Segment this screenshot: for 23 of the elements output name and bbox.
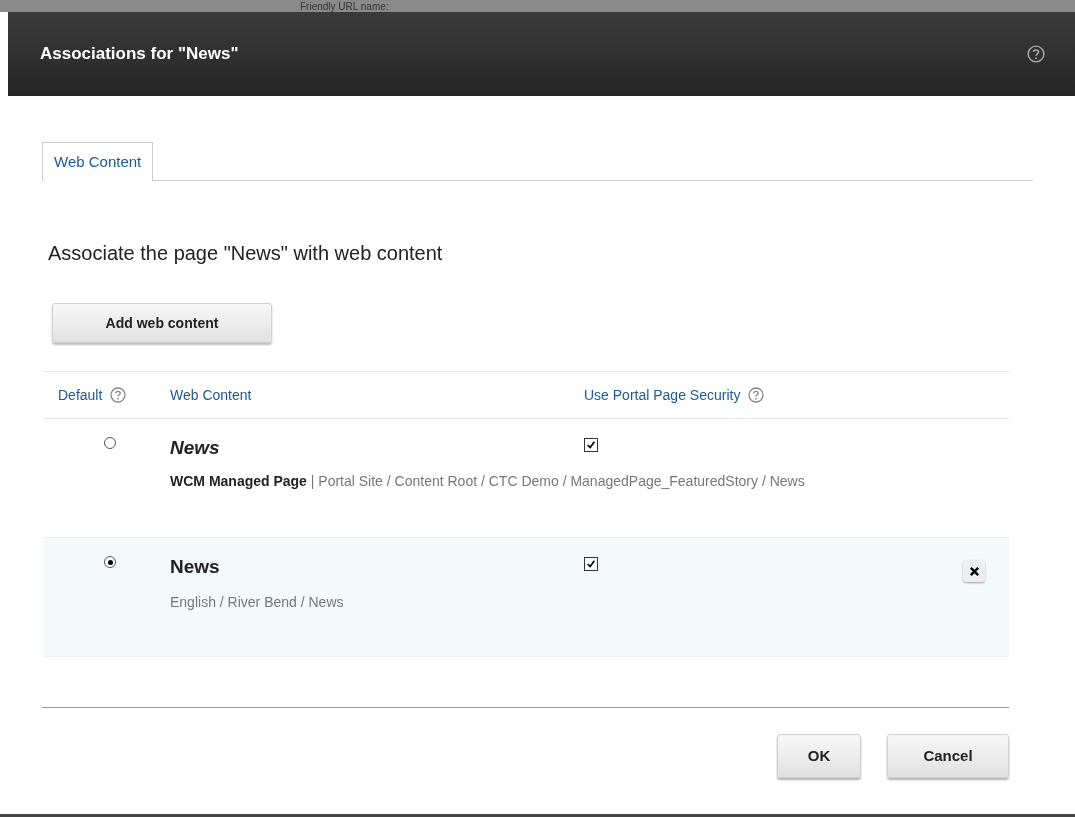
background-text: Friendly URL name:	[300, 1, 389, 12]
column-header[interactable]: Use Portal Page Security	[584, 384, 741, 406]
help-icon[interactable]	[1027, 45, 1045, 63]
section-heading: Associate the page "News" with web content	[48, 241, 444, 266]
cancel-button[interactable]: Cancel	[887, 734, 1009, 778]
column-header[interactable]: Web Content	[170, 384, 252, 406]
checkbox[interactable]	[584, 557, 598, 571]
content-path: WCM Managed Page | Portal Site / Content Root / CTC Demo / ManagedPage_FeaturedStory / News	[170, 472, 805, 490]
content-title: News	[170, 556, 220, 577]
remove-button[interactable]	[963, 560, 985, 582]
column-header[interactable]: Default	[58, 384, 103, 406]
ok-button[interactable]: OK	[777, 734, 861, 778]
dialog-title: Associations for "News"	[40, 43, 239, 66]
close-icon	[968, 565, 980, 577]
radio-button[interactable]	[104, 437, 116, 449]
radio-button[interactable]	[104, 556, 116, 568]
help-icon[interactable]	[110, 387, 127, 403]
add-web-content-button[interactable]: Add web content	[52, 303, 272, 343]
tab[interactable]: Web Content	[42, 142, 154, 182]
checkbox[interactable]	[584, 438, 598, 452]
content-path: English / River Bend / News	[170, 593, 344, 611]
help-icon[interactable]	[748, 387, 765, 403]
content-title: News	[170, 437, 220, 458]
